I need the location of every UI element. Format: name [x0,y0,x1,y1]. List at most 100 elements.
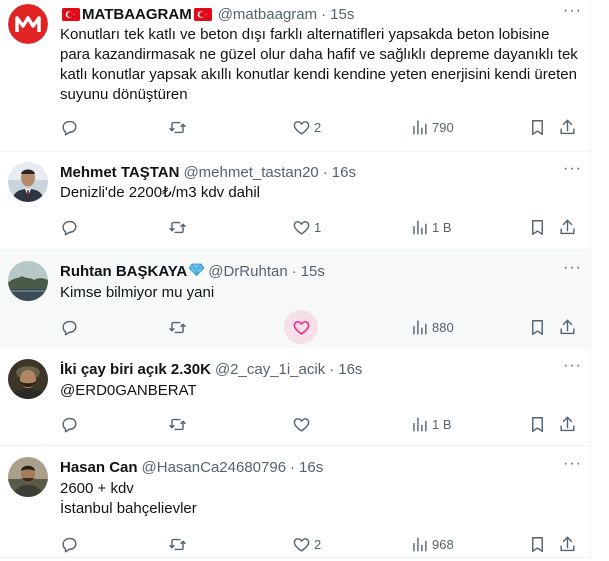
share-button[interactable] [550,527,584,561]
tweet-text-line: İstanbul bahçelievler [60,500,197,517]
more-icon[interactable]: ··· [563,259,582,277]
heart-icon[interactable] [284,407,318,441]
views-button[interactable]: 1 B [402,210,452,244]
more-icon[interactable]: ··· [563,455,582,473]
share-icon[interactable] [550,310,584,344]
retweet-icon[interactable] [160,407,194,441]
reply-button[interactable] [52,110,86,144]
share-button[interactable] [550,407,584,441]
author-name[interactable]: Hasan Can [60,459,138,476]
author-handle[interactable]: @2_cay_1i_acik [215,361,325,378]
bookmark-button[interactable] [520,310,554,344]
avatar[interactable] [8,457,48,497]
tweet-text-line: @ERD0GANBERAT [60,382,197,399]
tweet[interactable]: İki çay biri açık 2.30K @2_cay_1i_acik · 16… [0,348,590,446]
share-button[interactable] [550,210,584,244]
tweet-header: MATBAAGRAM @matbaagram · 15s [60,4,582,24]
avatar[interactable] [8,4,48,44]
retweet-icon[interactable] [160,527,194,561]
tweet-time[interactable]: 15s [301,263,325,280]
reply-icon[interactable] [52,310,86,344]
retweet-button[interactable] [160,210,194,244]
heart-icon[interactable] [284,110,318,144]
bookmark-icon[interactable] [520,210,554,244]
tweet-text: Kimse bilmiyor mu yani [60,283,578,303]
reply-icon[interactable] [52,210,86,244]
author-handle[interactable]: @matbaagram [218,6,317,23]
tweet-text: @ERD0GANBERAT [60,381,578,401]
share-button[interactable] [550,110,584,144]
bookmark-icon[interactable] [520,310,554,344]
author-name[interactable]: Ruhtan BAŞKAYA [60,263,187,280]
share-icon[interactable] [550,407,584,441]
retweet-icon[interactable] [160,310,194,344]
views-button[interactable]: 880 [402,310,454,344]
heart-icon[interactable] [284,310,318,344]
views-icon[interactable] [402,210,436,244]
author-name[interactable]: MATBAAGRAM [82,6,192,23]
reply-icon[interactable] [52,110,86,144]
bookmark-icon[interactable] [520,407,554,441]
separator-dot: · [322,163,328,181]
heart-icon[interactable] [284,527,318,561]
tweet[interactable]: MATBAAGRAM @matbaagram · 15s ··· Konutları te… [0,0,590,152]
more-icon[interactable]: ··· [563,2,582,20]
bookmark-button[interactable] [520,407,554,441]
bookmark-button[interactable] [520,527,554,561]
more-icon[interactable]: ··· [563,357,582,375]
retweet-icon[interactable] [160,110,194,144]
share-icon[interactable] [550,527,584,561]
retweet-button[interactable] [160,310,194,344]
bookmark-button[interactable] [520,210,554,244]
avatar[interactable] [8,359,48,399]
share-button[interactable] [550,310,584,344]
reply-icon[interactable] [52,407,86,441]
author-name[interactable]: Mehmet TAŞTAN [60,164,179,181]
reply-button[interactable] [52,407,86,441]
views-button[interactable]: 1 B [402,407,452,441]
author-name[interactable]: İki çay biri açık 2.30K [60,361,211,378]
tweet[interactable]: Hasan Can @HasanCa24680796 · 16s ··· 2600 + k… [0,446,590,558]
author-handle[interactable]: @mehmet_tastan20 [183,164,318,181]
tweet-actions: 2 968 [52,527,582,561]
views-button[interactable]: 968 [402,527,454,561]
tweet[interactable]: Ruhtan BAŞKAYA @DrRuhtan · 15s ··· Kimse bilm… [0,250,590,348]
separator-dot: · [329,360,335,378]
bookmark-icon[interactable] [520,110,554,144]
like-button[interactable]: 2 [284,527,321,561]
views-icon[interactable] [402,310,436,344]
like-button[interactable]: 1 [284,210,321,244]
views-count: 790 [432,119,454,135]
heart-icon[interactable] [284,210,318,244]
views-count: 880 [432,319,454,335]
like-button[interactable]: 2 [284,110,321,144]
views-icon[interactable] [402,407,436,441]
more-icon[interactable]: ··· [563,160,582,178]
author-handle[interactable]: @DrRuhtan [208,263,287,280]
reply-icon[interactable] [52,527,86,561]
views-icon[interactable] [402,110,436,144]
reply-button[interactable] [52,527,86,561]
retweet-icon[interactable] [160,210,194,244]
share-icon[interactable] [550,210,584,244]
tweet-time[interactable]: 16s [299,459,323,476]
author-handle[interactable]: @HasanCa24680796 [142,459,287,476]
retweet-button[interactable] [160,110,194,144]
like-button[interactable] [284,310,318,344]
tweet-time[interactable]: 16s [338,361,362,378]
avatar[interactable] [8,162,48,202]
views-icon[interactable] [402,527,436,561]
bookmark-button[interactable] [520,110,554,144]
tweet-time[interactable]: 15s [330,6,354,23]
views-button[interactable]: 790 [402,110,454,144]
share-icon[interactable] [550,110,584,144]
avatar[interactable] [8,261,48,301]
retweet-button[interactable] [160,527,194,561]
reply-button[interactable] [52,310,86,344]
reply-button[interactable] [52,210,86,244]
tweet-time[interactable]: 16s [332,164,356,181]
tweet[interactable]: Mehmet TAŞTAN @mehmet_tastan20 · 16s ··· Deni… [0,152,590,250]
like-button[interactable] [284,407,318,441]
retweet-button[interactable] [160,407,194,441]
bookmark-icon[interactable] [520,527,554,561]
